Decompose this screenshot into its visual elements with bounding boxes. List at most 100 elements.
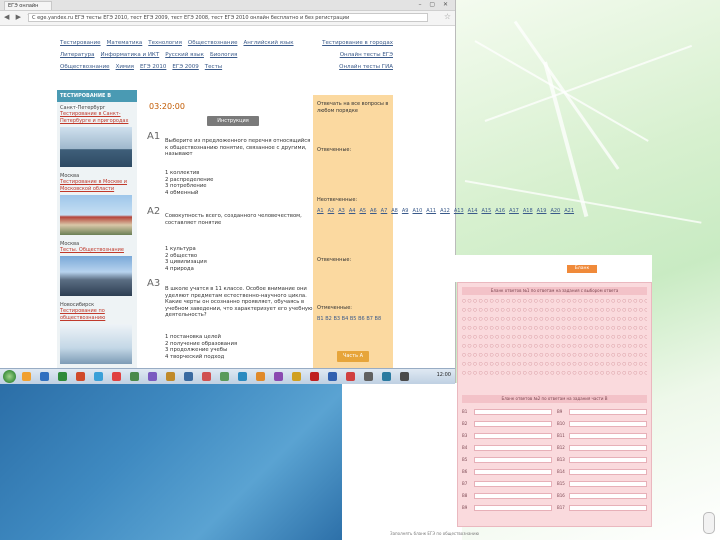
answer-field[interactable] — [569, 505, 647, 511]
nav-link[interactable]: Биология — [210, 52, 237, 58]
app-icon[interactable] — [274, 372, 283, 381]
url-input[interactable]: С ege.yandex.ru ЕГЭ тесты ЕГЭ 2010, тест… — [28, 13, 428, 22]
app-icon[interactable] — [184, 372, 193, 381]
opera-icon[interactable] — [112, 372, 121, 381]
answer-field[interactable] — [474, 505, 552, 511]
marked-link[interactable]: B4 — [342, 316, 349, 322]
question-link[interactable]: A16 — [495, 208, 505, 214]
marked-link[interactable]: B2 — [325, 316, 332, 322]
answer-option[interactable]: 4 обменный — [165, 190, 305, 197]
right-link[interactable]: Онлайн тесты ГИА — [315, 64, 393, 70]
powerpoint-icon[interactable] — [76, 372, 85, 381]
nav-link[interactable]: Обществознание — [60, 64, 110, 70]
question-link[interactable]: A17 — [509, 208, 519, 214]
answer-field[interactable] — [569, 493, 647, 499]
question-link[interactable]: A10 — [412, 208, 422, 214]
form-button[interactable]: Бланк — [567, 265, 597, 273]
yandex-icon[interactable] — [310, 372, 319, 381]
answer-field[interactable] — [569, 469, 647, 475]
start-button[interactable] — [3, 370, 16, 383]
nav-link[interactable]: Английский язык — [243, 40, 293, 46]
media-icon[interactable] — [148, 372, 157, 381]
nav-link[interactable]: ЕГЭ 2009 — [172, 64, 198, 70]
app-icon[interactable] — [202, 372, 211, 381]
answer-field[interactable] — [474, 445, 552, 451]
answer-field[interactable] — [474, 493, 552, 499]
answer-field[interactable] — [474, 433, 552, 439]
answer-field[interactable] — [569, 481, 647, 487]
question-link[interactable]: A4 — [349, 208, 356, 214]
answer-field[interactable] — [474, 421, 552, 427]
city-link[interactable]: Тестирование в Москве и Московской облас… — [60, 179, 134, 193]
answer-field[interactable] — [474, 469, 552, 475]
marked-link[interactable]: B6 — [358, 316, 365, 322]
app-icon[interactable] — [238, 372, 247, 381]
question-link[interactable]: A1 — [317, 208, 324, 214]
app-icon[interactable] — [382, 372, 391, 381]
chrome-icon[interactable] — [130, 372, 139, 381]
part-a-button[interactable]: Часть А — [337, 351, 369, 362]
city-link[interactable]: Тесты. Обществознание — [60, 247, 134, 254]
right-link[interactable]: Онлайн тесты ЕГЭ — [315, 52, 393, 58]
nav-link[interactable]: Тестирование — [60, 40, 101, 46]
marked-link[interactable]: B1 — [317, 316, 324, 322]
question-link[interactable]: A2 — [328, 208, 335, 214]
question-link[interactable]: A19 — [537, 208, 547, 214]
marked-link[interactable]: B5 — [350, 316, 357, 322]
marked-link[interactable]: B3 — [333, 316, 340, 322]
question-link[interactable]: A13 — [454, 208, 464, 214]
app-icon[interactable] — [292, 372, 301, 381]
nav-link[interactable]: Информатика и ИКТ — [100, 52, 159, 58]
question-link[interactable]: A20 — [550, 208, 560, 214]
answer-field[interactable] — [569, 433, 647, 439]
app-icon[interactable] — [400, 372, 409, 381]
app-icon[interactable] — [166, 372, 175, 381]
ie-icon[interactable] — [94, 372, 103, 381]
marked-link[interactable]: B8 — [375, 316, 382, 322]
question-link[interactable]: A15 — [481, 208, 491, 214]
instruction-button[interactable]: Инструкция — [207, 116, 259, 126]
answer-field[interactable] — [474, 409, 552, 415]
answer-field[interactable] — [569, 445, 647, 451]
word-icon[interactable] — [40, 372, 49, 381]
answer-option[interactable]: 4 природа — [165, 266, 305, 273]
app-icon[interactable] — [256, 372, 265, 381]
app-icon[interactable] — [328, 372, 337, 381]
question-link[interactable]: A21 — [564, 208, 574, 214]
city-link[interactable]: Тестирование в Санкт-Петербурге и пригор… — [60, 111, 134, 125]
answer-field[interactable] — [474, 481, 552, 487]
question-link[interactable]: A18 — [523, 208, 533, 214]
browser-tab[interactable]: ЕГЭ онлайн — [4, 1, 52, 10]
nav-link[interactable]: Литература — [60, 52, 94, 58]
excel-icon[interactable] — [58, 372, 67, 381]
question-link[interactable]: A9 — [402, 208, 409, 214]
question-link[interactable]: A3 — [338, 208, 345, 214]
nav-link[interactable]: Обществознание — [188, 40, 238, 46]
question-link[interactable]: A8 — [391, 208, 398, 214]
nav-link[interactable]: ЕГЭ 2010 — [140, 64, 166, 70]
scroll-indicator[interactable] — [703, 512, 715, 534]
nav-link[interactable]: Русский язык — [165, 52, 204, 58]
nav-link[interactable]: Математика — [107, 40, 143, 46]
question-link[interactable]: A6 — [370, 208, 377, 214]
question-link[interactable]: A5 — [359, 208, 366, 214]
answer-option[interactable]: 4 творческий подход — [165, 354, 305, 361]
right-link[interactable]: Тестирование в городах — [315, 40, 393, 46]
app-icon[interactable] — [346, 372, 355, 381]
city-link[interactable]: Тестирование по обществознанию — [60, 308, 134, 322]
question-link[interactable]: A11 — [426, 208, 436, 214]
nav-link[interactable]: Технология — [148, 40, 182, 46]
question-link[interactable]: A12 — [440, 208, 450, 214]
marked-link[interactable]: B7 — [366, 316, 373, 322]
answer-field[interactable] — [569, 421, 647, 427]
question-link[interactable]: A14 — [468, 208, 478, 214]
window-controls[interactable]: – ▢ ✕ — [418, 1, 451, 8]
bookmark-star-icon[interactable]: ☆ — [444, 12, 451, 21]
nav-link[interactable]: Химия — [116, 64, 134, 70]
answer-field[interactable] — [569, 457, 647, 463]
nav-link[interactable]: Тесты — [205, 64, 222, 70]
folder-icon[interactable] — [22, 372, 31, 381]
answer-field[interactable] — [474, 457, 552, 463]
app-icon[interactable] — [220, 372, 229, 381]
answer-field[interactable] — [569, 409, 647, 415]
